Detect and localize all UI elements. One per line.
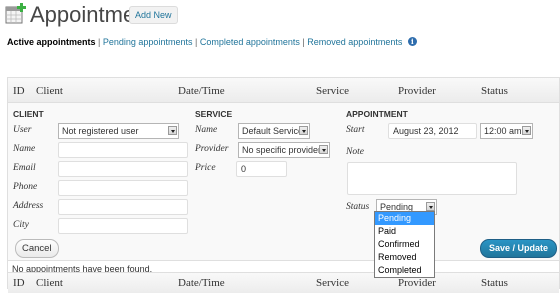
info-icon[interactable]: i — [407, 37, 417, 46]
column-header-client: Client — [36, 85, 63, 97]
calendar-add-icon — [5, 3, 27, 25]
column-footer-datetime: Date/Time — [178, 277, 225, 289]
city-label: City — [13, 220, 29, 230]
status-filter-nav: Active appointments | Pending appointmen… — [7, 37, 417, 47]
client-phone-input[interactable] — [58, 180, 188, 196]
add-new-button[interactable]: Add New — [129, 6, 178, 24]
column-header-service: Service — [316, 85, 349, 97]
table-header: ID Client Date/Time Service Provider Sta… — [8, 78, 559, 103]
price-input[interactable]: 0 — [236, 161, 287, 177]
nav-separator: | — [194, 37, 198, 47]
note-textarea[interactable] — [347, 162, 517, 195]
client-email-input[interactable] — [58, 161, 188, 177]
status-dropdown-list: Pending Paid Confirmed Removed Completed — [374, 211, 435, 278]
chevron-down-icon — [319, 145, 328, 154]
nav-separator: | — [98, 37, 101, 47]
table-footer: ID Client Date/Time Service Provider Sta… — [8, 272, 559, 293]
chevron-down-icon — [299, 126, 308, 135]
column-header-status: Status — [481, 85, 508, 97]
column-header-id: ID — [13, 85, 25, 97]
price-label: Price — [195, 163, 216, 173]
status-option-pending[interactable]: Pending — [375, 212, 434, 225]
save-update-button[interactable]: Save / Update — [480, 239, 558, 258]
status-option-paid[interactable]: Paid — [375, 225, 434, 238]
note-label: Note — [346, 147, 364, 157]
appointment-editor: CLIENT User Not registered user Name Ema… — [8, 103, 559, 261]
client-section-title: CLIENT — [13, 109, 44, 119]
provider-select[interactable]: No specific provider — [238, 142, 330, 158]
provider-label: Provider — [195, 144, 229, 154]
service-select[interactable]: Default Service — [238, 123, 310, 139]
filter-pending-appointments[interactable]: Pending appointments — [103, 37, 193, 47]
email-label: Email — [13, 163, 36, 173]
filter-active-appointments[interactable]: Active appointments — [7, 37, 96, 47]
column-footer-id: ID — [13, 277, 25, 289]
user-label: User — [13, 125, 32, 135]
column-footer-provider: Provider — [398, 277, 436, 289]
service-section-title: SERVICE — [195, 109, 233, 119]
client-name-input[interactable] — [58, 142, 188, 158]
appointments-table: ID Client Date/Time Service Provider Sta… — [7, 77, 560, 293]
start-label: Start — [346, 125, 365, 135]
column-header-datetime: Date/Time — [178, 85, 225, 97]
phone-label: Phone — [13, 182, 38, 192]
cancel-button[interactable]: Cancel — [15, 239, 59, 258]
status-option-completed[interactable]: Completed — [375, 264, 434, 277]
column-footer-service: Service — [316, 277, 349, 289]
column-footer-status: Status — [481, 277, 508, 289]
name-label: Name — [13, 144, 36, 154]
client-address-input[interactable] — [58, 199, 188, 215]
chevron-down-icon — [522, 126, 531, 135]
user-select[interactable]: Not registered user — [58, 123, 179, 139]
status-option-removed[interactable]: Removed — [375, 251, 434, 264]
start-date-input[interactable]: August 23, 2012 — [388, 123, 477, 139]
address-label: Address — [13, 201, 44, 211]
start-time-select[interactable]: 12:00 am — [480, 123, 533, 139]
status-option-confirmed[interactable]: Confirmed — [375, 238, 434, 251]
status-label: Status — [346, 202, 370, 212]
filter-removed-appointments[interactable]: Removed appointments — [307, 37, 402, 47]
nav-separator: | — [302, 37, 305, 47]
chevron-down-icon — [426, 202, 435, 211]
filter-completed-appointments[interactable]: Completed appointments — [200, 37, 300, 47]
appointment-section-title: APPOINTMENT — [346, 109, 408, 119]
column-footer-client: Client — [36, 277, 63, 289]
chevron-down-icon — [168, 126, 177, 135]
service-name-label: Name — [195, 125, 218, 135]
column-header-provider: Provider — [398, 85, 436, 97]
client-city-input[interactable] — [58, 218, 188, 234]
